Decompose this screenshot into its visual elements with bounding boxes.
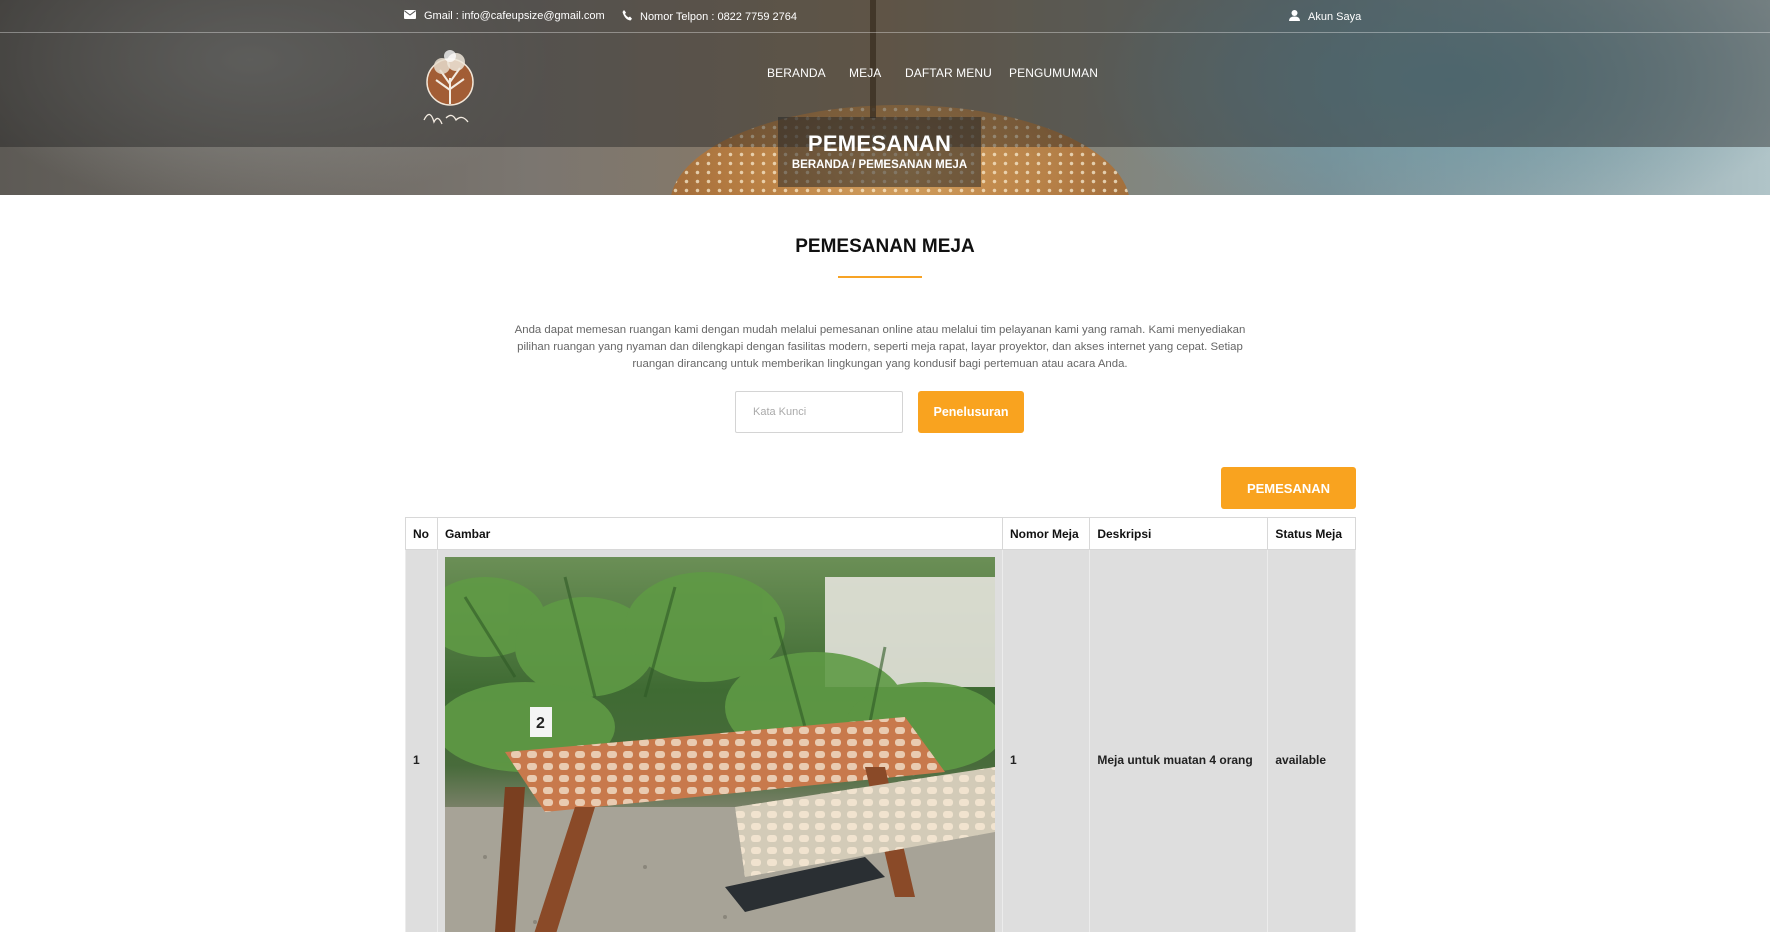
cell-deskripsi: Meja untuk muatan 4 orang xyxy=(1089,549,1269,932)
topbar-phone[interactable]: Nomor Telpon : 0822 7759 2764 xyxy=(622,10,797,24)
topbar-email-text: Gmail : info@cafeupsize@gmail.com xyxy=(424,10,605,22)
cafe-logo[interactable] xyxy=(420,44,484,134)
search-input[interactable] xyxy=(735,391,903,433)
header-no: No xyxy=(405,517,438,550)
nav-daftar-menu[interactable]: DAFTAR MENU xyxy=(905,66,992,80)
topbar: Gmail : info@cafeupsize@gmail.com Nomor … xyxy=(0,0,1770,33)
banner-title: PEMESANAN xyxy=(807,131,952,156)
order-button[interactable]: PEMESANAN xyxy=(1221,467,1356,509)
phone-icon xyxy=(622,10,632,24)
user-icon xyxy=(1289,10,1300,24)
table-header-row: No Gambar Nomor Meja Deskripsi Status Me… xyxy=(405,517,1356,550)
header-gambar: Gambar xyxy=(436,517,1003,550)
main-nav: BERANDA MEJA DAFTAR MENU PENGUMUMAN xyxy=(0,66,1770,86)
header-status-meja: Status Meja xyxy=(1267,517,1356,550)
table-row[interactable]: 1 2 1 Meja untuk muatan 4 orang availabl… xyxy=(405,549,1356,932)
header-deskripsi: Deskripsi xyxy=(1089,517,1269,550)
search-button[interactable]: Penelusuran xyxy=(918,391,1024,433)
table-list: No Gambar Nomor Meja Deskripsi Status Me… xyxy=(405,517,1356,932)
breadcrumb[interactable]: BERANDA / PEMESANAN MEJA xyxy=(778,159,981,171)
nav-pengumuman[interactable]: PENGUMUMAN xyxy=(1009,66,1098,80)
table-photo[interactable]: 2 xyxy=(444,557,995,932)
cell-no: 1 xyxy=(405,549,438,932)
title-divider xyxy=(838,276,922,278)
account-link[interactable]: Akun Saya xyxy=(1289,10,1361,24)
topbar-phone-text: Nomor Telpon : 0822 7759 2764 xyxy=(640,11,797,23)
page-banner: PEMESANAN BERANDA / PEMESANAN MEJA xyxy=(778,117,981,187)
cell-gambar: 2 xyxy=(436,549,1003,932)
intro-text: Anda dapat memesan ruangan kami dengan m… xyxy=(514,324,1246,370)
account-link-text: Akun Saya xyxy=(1308,11,1362,23)
table-number-tag: 2 xyxy=(535,715,545,732)
cell-status-meja: available xyxy=(1267,549,1356,932)
mail-icon xyxy=(404,10,416,22)
topbar-email[interactable]: Gmail : info@cafeupsize@gmail.com xyxy=(404,10,605,22)
cell-nomor-meja: 1 xyxy=(1001,549,1091,932)
hero-banner: Gmail : info@cafeupsize@gmail.com Nomor … xyxy=(0,0,1770,195)
nav-meja[interactable]: MEJA xyxy=(849,66,881,80)
nav-beranda[interactable]: BERANDA xyxy=(767,66,826,80)
header-nomor-meja: Nomor Meja xyxy=(1001,517,1091,550)
page-title: PEMESANAN MEJA xyxy=(795,236,975,257)
